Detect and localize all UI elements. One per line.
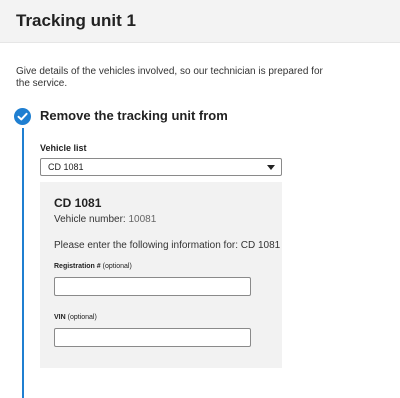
check-circle-icon — [14, 108, 31, 125]
instruction-text: Please enter the following information f… — [54, 240, 281, 251]
registration-label: Registration # (optional) — [54, 263, 132, 270]
vehicle-list-select[interactable]: CD 1081 — [40, 158, 282, 176]
page-header: Tracking unit 1 — [0, 0, 400, 43]
vehicle-list-selected-value: CD 1081 — [48, 162, 84, 172]
vehicle-name: CD 1081 — [54, 196, 102, 210]
registration-optional-tag: (optional) — [102, 263, 132, 270]
registration-input[interactable] — [54, 277, 251, 296]
page-title: Tracking unit 1 — [16, 11, 136, 30]
vin-label: VIN (optional) — [54, 314, 97, 321]
vehicle-number-value: 10081 — [128, 214, 157, 225]
vehicle-number: Vehicle number: 10081 — [54, 214, 156, 225]
vin-input[interactable] — [54, 328, 251, 347]
chevron-down-icon — [267, 165, 275, 170]
intro-text: Give details of the vehicles involved, s… — [16, 66, 323, 89]
vin-optional-tag: (optional) — [67, 314, 97, 321]
step-title: Remove the tracking unit from — [40, 108, 228, 123]
vehicle-list-label: Vehicle list — [40, 143, 87, 153]
vehicle-number-label: Vehicle number: — [54, 214, 126, 225]
vin-label-text: VIN — [54, 314, 66, 321]
step-progress-line — [22, 128, 24, 398]
registration-label-text: Registration # — [54, 263, 101, 270]
vehicle-details-panel: CD 1081 Vehicle number: 10081 Please ent… — [40, 182, 282, 368]
